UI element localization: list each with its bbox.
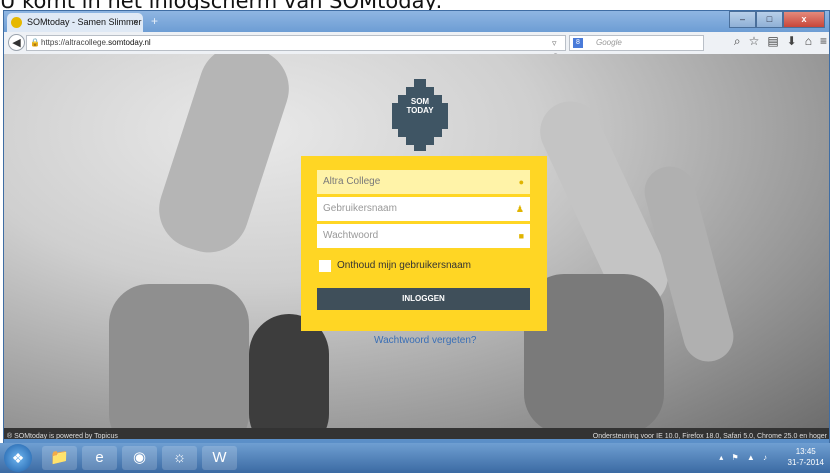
password-placeholder: Wachtwoord bbox=[323, 230, 379, 241]
remember-username[interactable]: Onthoud mijn gebruikersnaam bbox=[319, 260, 471, 272]
clock[interactable]: 13:45 31-7-2014 bbox=[788, 446, 824, 468]
system-tray[interactable]: ▴ ⚑ ▲ ♪ bbox=[719, 453, 770, 462]
home-icon[interactable]: ⌂ bbox=[805, 34, 812, 49]
remember-label: Onthoud mijn gebruikersnaam bbox=[337, 260, 471, 271]
maximize-button[interactable]: □ bbox=[756, 11, 783, 28]
somtoday-favicon-icon bbox=[11, 17, 22, 28]
background-arm bbox=[249, 314, 329, 439]
chrome-icon[interactable]: ◉ bbox=[122, 446, 157, 470]
explorer-icon[interactable]: 📁 bbox=[42, 446, 77, 470]
password-field[interactable]: Wachtwoord ■ bbox=[317, 224, 530, 248]
close-button[interactable]: x bbox=[783, 11, 825, 28]
url-domain: somtoday.nl bbox=[108, 38, 151, 47]
word-icon[interactable]: W bbox=[202, 446, 237, 470]
username-placeholder: Gebruikersnaam bbox=[323, 203, 397, 214]
login-page: SOM TODAY Altra College ● Gebruikersnaam… bbox=[4, 54, 829, 439]
search-placeholder: Google bbox=[596, 38, 622, 47]
lock-icon: ■ bbox=[518, 231, 524, 241]
username-field[interactable]: Gebruikersnaam ♟ bbox=[317, 197, 530, 221]
window-controls: – □ x bbox=[729, 11, 825, 28]
search-icon[interactable]: ⌕ bbox=[734, 34, 741, 49]
title-bar: SOMtoday - Samen Slimmer ... × + – □ x bbox=[4, 11, 829, 46]
search-engine-icon[interactable]: 8 bbox=[573, 38, 583, 48]
lock-icon: 🔒 bbox=[30, 38, 40, 47]
clock-date: 31-7-2014 bbox=[787, 458, 824, 467]
browser-window: SOMtoday - Samen Slimmer ... × + – □ x ◀… bbox=[3, 10, 830, 473]
footer-browser-support: Ondersteuning voor IE 10.0, Firefox 18.0… bbox=[592, 433, 827, 439]
background-arm bbox=[148, 54, 300, 263]
user-icon: ♟ bbox=[515, 204, 524, 214]
new-tab-button[interactable]: + bbox=[151, 14, 158, 28]
back-button[interactable]: ◀ bbox=[8, 34, 25, 51]
school-field[interactable]: Altra College ● bbox=[317, 170, 530, 194]
menu-icon[interactable]: ≡ bbox=[820, 34, 827, 49]
login-button[interactable]: INLOGGEN bbox=[317, 288, 530, 310]
url-prefix: https://altracollege. bbox=[41, 38, 109, 47]
download-icon[interactable]: ⬇ bbox=[787, 34, 797, 49]
toolbar-icons: ⌕ ☆ ▤ ⬇ ⌂ ≡ bbox=[734, 34, 827, 49]
search-box[interactable]: 8 Google bbox=[569, 35, 704, 51]
school-value: Altra College bbox=[323, 176, 381, 187]
minimize-button[interactable]: – bbox=[729, 11, 756, 28]
tab-close-icon[interactable]: × bbox=[133, 13, 138, 32]
page-footer: ® SOMtoday is powered by Topicus Onderst… bbox=[4, 428, 829, 439]
address-bar[interactable]: 🔒 https://altracollege.somtoday.nl ▿ C bbox=[26, 35, 566, 62]
location-pin-icon: ● bbox=[518, 177, 524, 187]
star-icon[interactable]: ☆ bbox=[749, 34, 760, 49]
taskbar: ❖ 📁 e ◉ ☼ W ▴ ⚑ ▲ ♪ 13:45 31-7-2014 bbox=[0, 443, 830, 473]
forgot-password-link[interactable]: Wachtwoord vergeten? bbox=[374, 335, 476, 346]
login-panel: Altra College ● Gebruikersnaam ♟ Wachtwo… bbox=[301, 156, 547, 331]
browser-tab[interactable]: SOMtoday - Samen Slimmer ... × bbox=[7, 13, 143, 46]
ie-icon[interactable]: e bbox=[82, 446, 117, 470]
logo-text: SOM TODAY bbox=[396, 97, 444, 115]
remember-checkbox[interactable] bbox=[319, 260, 331, 272]
clock-time: 13:45 bbox=[795, 447, 816, 456]
logo-line-som: SOM bbox=[410, 97, 430, 106]
somtoday-logo-icon bbox=[392, 79, 448, 151]
background-arm bbox=[109, 284, 249, 439]
bookmarks-icon[interactable]: ▤ bbox=[767, 34, 778, 49]
footer-powered-by: ® SOMtoday is powered by Topicus bbox=[7, 433, 118, 439]
start-button[interactable]: ❖ bbox=[4, 444, 32, 472]
navigation-bar: ◀ 🔒 https://altracollege.somtoday.nl ▿ C… bbox=[4, 32, 829, 62]
firefox-icon[interactable]: ☼ bbox=[162, 446, 197, 470]
logo-line-today: TODAY bbox=[406, 106, 434, 115]
